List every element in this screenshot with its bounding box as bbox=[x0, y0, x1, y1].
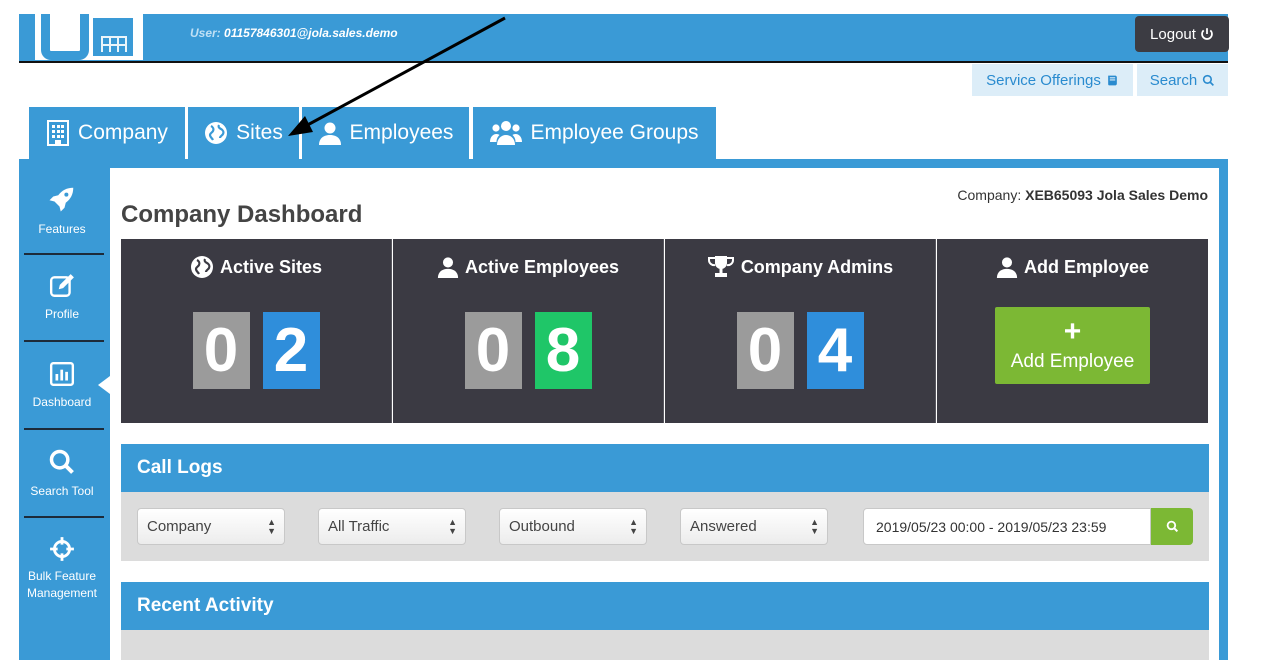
user-icon bbox=[437, 257, 459, 278]
search-icon bbox=[49, 449, 74, 474]
sidebar-item-search-tool[interactable]: Search Tool bbox=[19, 448, 105, 498]
tab-company[interactable]: Company bbox=[29, 107, 185, 159]
stat-digit: 0 bbox=[192, 312, 250, 389]
select-value: Answered bbox=[690, 518, 757, 535]
call-logs-title: Call Logs bbox=[137, 457, 223, 478]
add-employee-button[interactable]: + Add Employee bbox=[995, 307, 1150, 384]
company-name: XEB65093 Jola Sales Demo bbox=[1025, 187, 1208, 203]
traffic-select[interactable]: All Traffic ▲ ▼ bbox=[318, 508, 466, 545]
sidebar-divider bbox=[24, 253, 104, 255]
user-prefix: User: bbox=[190, 26, 225, 40]
user-email: 01157846301@jola.sales.demo bbox=[224, 26, 398, 40]
stat-digit: 4 bbox=[806, 312, 864, 389]
company-identifier: Company: XEB65093 Jola Sales Demo bbox=[957, 187, 1208, 203]
tab-employee-groups-label: Employee Groups bbox=[530, 121, 699, 144]
stat-title: Company Admins bbox=[665, 255, 935, 279]
tab-employee-groups[interactable]: Employee Groups bbox=[473, 107, 716, 159]
power-icon bbox=[1201, 28, 1213, 40]
book-icon bbox=[1108, 75, 1117, 85]
stat-digit: 0 bbox=[736, 312, 794, 389]
stat-panel-active-sites: Active Sites 0 2 bbox=[121, 239, 392, 423]
building-icon bbox=[47, 120, 70, 146]
sidebar-item-label: Search Tool bbox=[30, 484, 94, 498]
sidebar-item-bulk-feature-management[interactable]: Bulk Feature Management bbox=[19, 536, 105, 602]
add-employee-title-label: Add Employee bbox=[1023, 256, 1150, 277]
select-value: Company bbox=[147, 518, 212, 535]
search-button[interactable]: Search bbox=[1137, 64, 1228, 96]
add-employee-button-label: Add Employee bbox=[1010, 350, 1135, 372]
search-icon bbox=[1166, 520, 1178, 533]
stat-title-label: Active Employees bbox=[464, 256, 620, 277]
date-search-button[interactable] bbox=[1151, 508, 1193, 545]
date-range-input[interactable]: 2019/05/23 00:00 - 2019/05/23 23:59 bbox=[863, 508, 1151, 545]
sidebar-item-label: Features bbox=[38, 222, 86, 236]
add-employee-panel: Add Employee + Add Employee bbox=[937, 239, 1208, 423]
stat-digit: 2 bbox=[262, 312, 320, 389]
service-offerings-button[interactable]: Service Offerings bbox=[972, 64, 1133, 96]
sidebar-item-label: Bulk Feature Management bbox=[26, 569, 98, 600]
logout-button[interactable]: Logout bbox=[1135, 16, 1229, 52]
user-icon bbox=[318, 122, 341, 145]
trophy-icon bbox=[707, 256, 734, 277]
recent-activity-title: Recent Activity bbox=[137, 595, 274, 616]
rocket-icon bbox=[49, 187, 74, 212]
stat-title: Active Employees bbox=[393, 255, 663, 279]
bar-chart-icon bbox=[49, 361, 75, 387]
select-arrows-icon: ▲ ▼ bbox=[629, 517, 638, 536]
company-prefix: Company: bbox=[957, 187, 1026, 203]
select-arrows-icon: ▲ ▼ bbox=[267, 517, 276, 536]
page-title: Company Dashboard bbox=[121, 201, 363, 228]
sidebar-item-features[interactable]: Features bbox=[19, 184, 105, 236]
search-icon bbox=[1203, 74, 1215, 86]
stat-panel-company-admins: Company Admins 0 4 bbox=[665, 239, 936, 423]
recent-activity-body bbox=[121, 630, 1209, 660]
sidebar-item-label: Profile bbox=[44, 307, 79, 321]
select-arrows-icon: ▲ ▼ bbox=[810, 517, 819, 536]
add-employee-title: Add Employee bbox=[937, 255, 1208, 279]
sidebar-divider bbox=[24, 516, 104, 518]
tab-sites-label: Sites bbox=[236, 121, 283, 144]
tab-company-label: Company bbox=[78, 121, 168, 144]
status-select[interactable]: Answered ▲ ▼ bbox=[680, 508, 828, 545]
logo-grid-shape bbox=[101, 36, 127, 52]
search-label: Search bbox=[1149, 71, 1198, 89]
sidebar-item-dashboard[interactable]: Dashboard bbox=[19, 361, 105, 409]
edit-icon bbox=[49, 274, 74, 297]
stat-title-label: Active Sites bbox=[219, 256, 323, 277]
globe-icon bbox=[190, 256, 213, 278]
stat-title: Active Sites bbox=[121, 255, 391, 279]
app-logo[interactable] bbox=[35, 14, 143, 60]
stat-digits: 0 2 bbox=[121, 312, 391, 389]
scope-select[interactable]: Company ▲ ▼ bbox=[137, 508, 285, 545]
stat-digits: 0 8 bbox=[393, 312, 663, 389]
header-divider bbox=[19, 61, 1228, 63]
logo-u-shape bbox=[41, 14, 89, 60]
user-label: User: 01157846301@jola.sales.demo bbox=[190, 26, 398, 40]
direction-select[interactable]: Outbound ▲ ▼ bbox=[499, 508, 647, 545]
stat-digit: 0 bbox=[464, 312, 522, 389]
logout-label: Logout bbox=[1150, 25, 1196, 43]
call-logs-header: Call Logs bbox=[121, 444, 1209, 492]
recent-activity-header: Recent Activity bbox=[121, 582, 1209, 630]
sidebar-item-label: Dashboard bbox=[32, 395, 92, 409]
stat-digit: 8 bbox=[534, 312, 592, 389]
plus-icon: + bbox=[1063, 314, 1082, 348]
stat-digits: 0 4 bbox=[665, 312, 935, 389]
globe-icon bbox=[205, 122, 228, 144]
users-icon bbox=[490, 121, 523, 145]
stat-title-label: Company Admins bbox=[740, 256, 894, 277]
crosshair-icon bbox=[50, 537, 74, 561]
sidebar-divider bbox=[24, 340, 104, 342]
sidebar-divider bbox=[24, 428, 104, 430]
select-arrows-icon: ▲ ▼ bbox=[448, 517, 457, 536]
sidebar-item-profile[interactable]: Profile bbox=[19, 273, 105, 321]
tab-employees-label: Employees bbox=[349, 121, 454, 144]
tab-sites[interactable]: Sites bbox=[188, 107, 299, 159]
tab-employees[interactable]: Employees bbox=[302, 107, 469, 159]
service-offerings-label: Service Offerings bbox=[986, 71, 1101, 89]
stat-panel-active-employees: Active Employees 0 8 bbox=[393, 239, 664, 423]
select-value: Outbound bbox=[509, 518, 575, 535]
select-value: All Traffic bbox=[328, 518, 390, 535]
user-icon bbox=[996, 257, 1018, 278]
